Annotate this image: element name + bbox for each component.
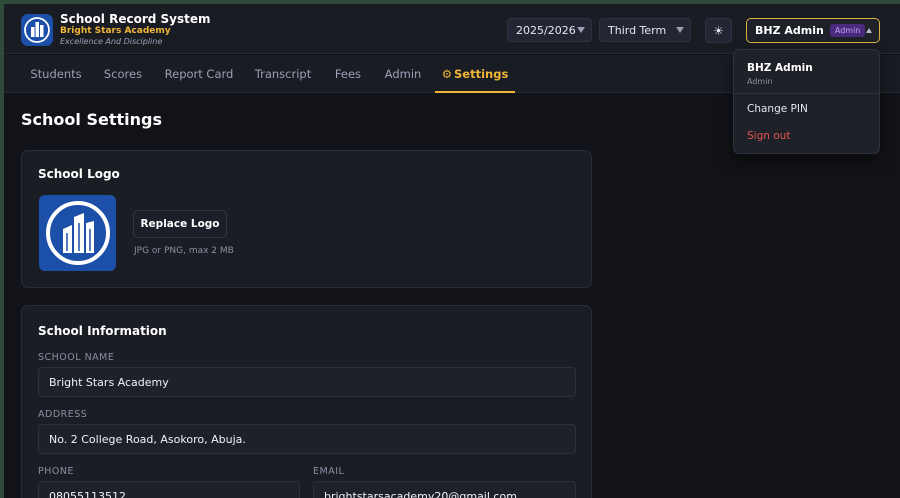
school-logo-card: School Logo Replace Logo JPG or PNG, max… — [21, 150, 592, 288]
app-title: School Record System — [60, 12, 211, 26]
school-motto: Excellence And Discipline — [60, 37, 163, 46]
change-pin-menu-item[interactable]: Change PIN — [747, 103, 808, 115]
term-select[interactable]: Third Term — [599, 18, 691, 42]
address-input[interactable]: No. 2 College Road, Asokoro, Abuja. — [38, 424, 576, 454]
chevron-down-icon — [676, 27, 684, 33]
school-name-input[interactable]: Bright Stars Academy — [38, 367, 576, 397]
school-name-label: SCHOOL NAME — [38, 352, 115, 363]
chevron-down-icon — [577, 27, 585, 33]
tab-settings[interactable]: ⚙ Settings — [435, 55, 515, 93]
card-title: School Information — [38, 324, 167, 338]
address-label: ADDRESS — [38, 409, 88, 420]
divider — [734, 93, 879, 94]
session-select-value: 2025/2026 — [516, 23, 576, 37]
school-name-label: Bright Stars Academy — [60, 26, 171, 36]
session-select[interactable]: 2025/2026 — [507, 18, 592, 42]
chevron-up-icon — [866, 28, 872, 33]
role-badge: Admin — [829, 24, 866, 37]
term-select-value: Third Term — [608, 23, 667, 37]
user-name: BHZ Admin — [755, 24, 824, 37]
theme-toggle-button[interactable]: ☀ — [705, 18, 732, 43]
user-dropdown-menu: BHZ Admin Admin Change PIN Sign out — [733, 49, 880, 154]
page-title: School Settings — [21, 110, 162, 129]
card-title: School Logo — [38, 167, 120, 181]
replace-logo-button[interactable]: Replace Logo — [133, 210, 227, 238]
logo-upload-hint: JPG or PNG, max 2 MB — [134, 246, 234, 256]
user-menu-button[interactable]: BHZ Admin Admin — [746, 18, 880, 43]
gear-icon: ⚙ — [441, 67, 452, 81]
school-information-card: School Information SCHOOL NAME Bright St… — [21, 305, 592, 498]
tab-settings-label: Settings — [454, 67, 509, 81]
email-label: EMAIL — [313, 466, 345, 477]
phone-input[interactable]: 08055113512 — [38, 481, 300, 498]
logo-preview-image — [39, 195, 116, 271]
sun-icon: ☀ — [713, 23, 724, 38]
app-window: School Record System Bright Stars Academ… — [0, 0, 900, 498]
brand-block: School Record System Bright Stars Academ… — [60, 12, 211, 47]
email-input[interactable]: brightstarsacademy20@gmail.com — [313, 481, 576, 498]
tab-scores[interactable]: Scores — [98, 55, 148, 93]
tab-report-card[interactable]: Report Card — [159, 55, 239, 93]
phone-label: PHONE — [38, 466, 74, 477]
school-logo-icon — [21, 14, 53, 46]
dropdown-user-name: BHZ Admin — [747, 62, 813, 74]
tab-admin[interactable]: Admin — [380, 55, 426, 93]
tab-transcript[interactable]: Transcript — [250, 55, 316, 93]
sign-out-menu-item[interactable]: Sign out — [747, 130, 790, 142]
tab-students[interactable]: Students — [22, 55, 90, 93]
dropdown-user-role: Admin — [747, 77, 773, 86]
top-header: School Record System Bright Stars Academ… — [4, 4, 900, 54]
tab-fees[interactable]: Fees — [328, 55, 368, 93]
